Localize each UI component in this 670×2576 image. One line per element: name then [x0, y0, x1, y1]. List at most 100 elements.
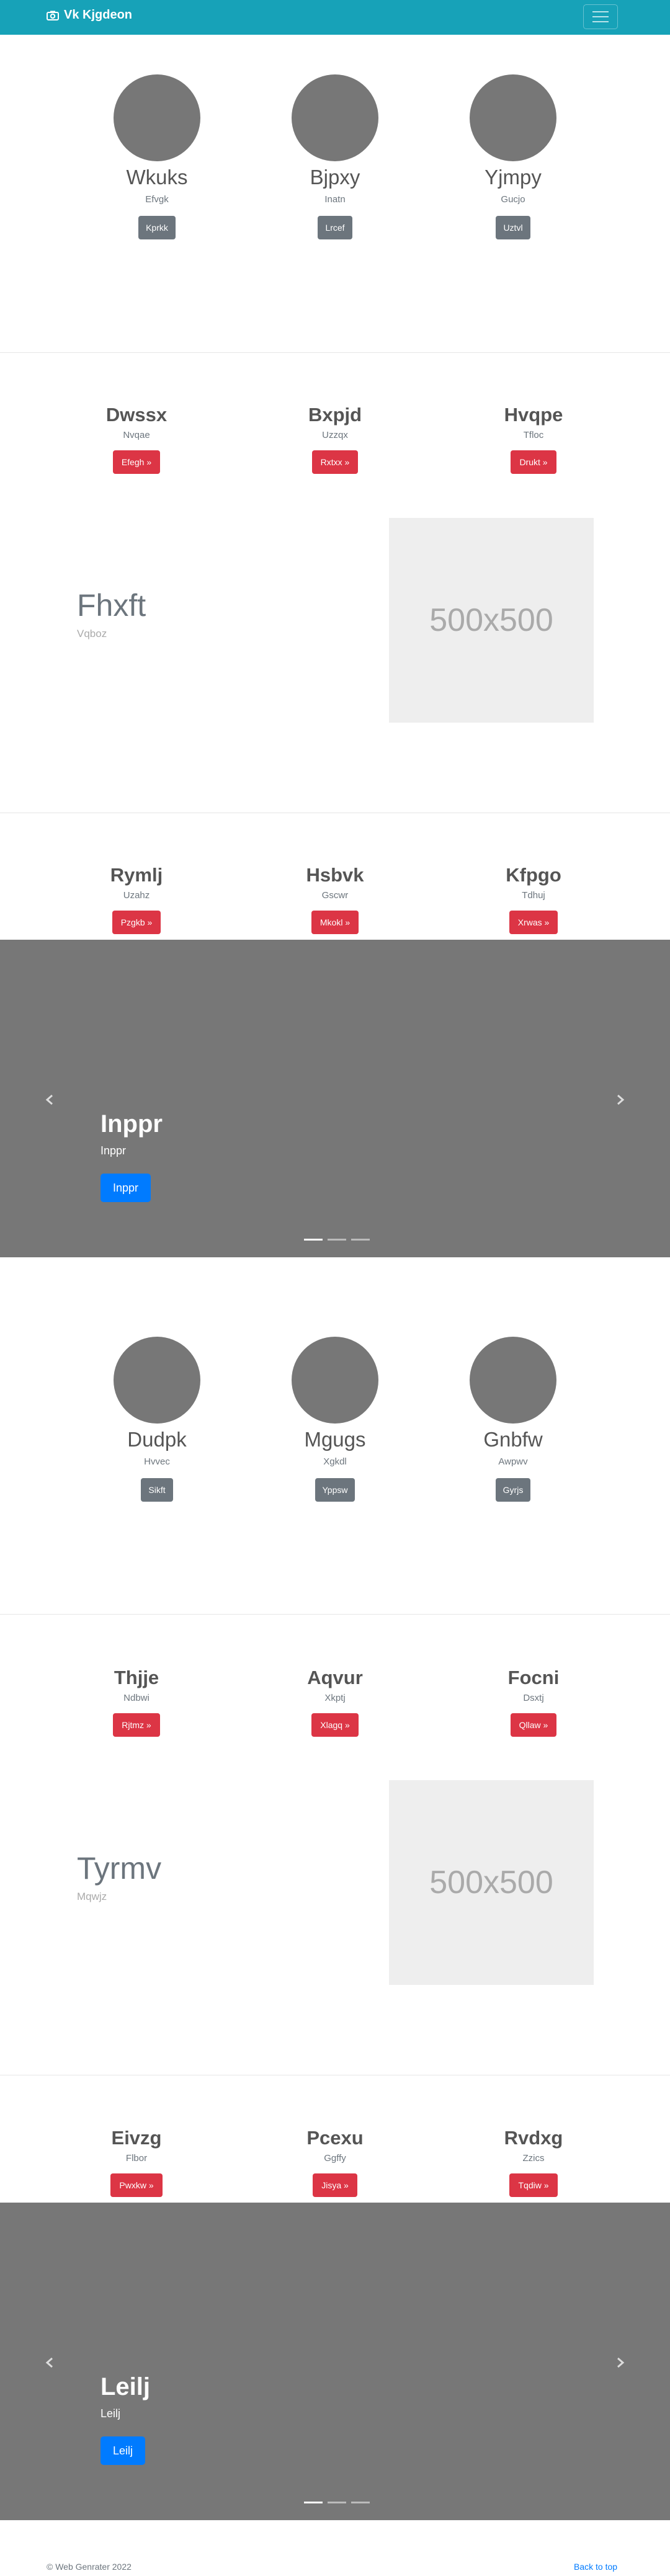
- person-subtitle: Inatn: [324, 194, 346, 205]
- person-card: Mgugs Xgkdl Yppsw: [273, 1337, 397, 1502]
- feature-subtitle: Zzics: [522, 2153, 545, 2164]
- feature-button[interactable]: Jisya »: [313, 2173, 357, 2197]
- person-name: Dudpk: [127, 1428, 187, 1451]
- carousel-prev-button[interactable]: [40, 1090, 59, 1109]
- feature-column: Bxpjd Uzzqx Rxtxx »: [242, 403, 428, 474]
- carousel-indicator[interactable]: [351, 2502, 370, 2503]
- feature-subtitle: Flbor: [125, 2153, 148, 2164]
- feature-column: Rvdxg Zzics Tqdiw »: [440, 2126, 627, 2197]
- navbar-brand[interactable]: Vk Kjgdeon: [47, 8, 132, 22]
- carousel-indicator[interactable]: [351, 1239, 370, 1241]
- person-button[interactable]: Gyrjs: [495, 1478, 531, 1502]
- carousel-indicator[interactable]: [304, 1239, 323, 1241]
- feature-subtitle: Tdhuj: [522, 890, 545, 901]
- chevron-right-icon: [617, 2357, 625, 2368]
- carousel-indicators: [304, 1239, 370, 1241]
- lead-subtitle: Mqwjz: [77, 1891, 107, 1902]
- feature-title: Aqvur: [307, 1667, 363, 1688]
- feature-button[interactable]: Qllaw »: [510, 1713, 557, 1737]
- person-button[interactable]: Sikft: [141, 1478, 173, 1502]
- chevron-left-icon: [45, 2357, 53, 2368]
- feature-column: Focni Dsxtj Qllaw »: [440, 1666, 627, 1737]
- feature-subtitle: Dsxtj: [523, 1693, 544, 1703]
- feature-button[interactable]: Xlagq »: [311, 1713, 359, 1737]
- carousel-caption-title: Leilj: [100, 2373, 151, 2400]
- feature-title: Kfpgo: [506, 864, 561, 886]
- feature-title: Hsbvk: [306, 864, 364, 886]
- section-divider: [0, 1614, 670, 1615]
- feature-button[interactable]: Rxtxx »: [311, 450, 359, 474]
- brand-label: Vk Kjgdeon: [64, 8, 133, 22]
- feature-button[interactable]: Drukt »: [511, 450, 556, 474]
- person-subtitle: Xgkdl: [323, 1456, 347, 1467]
- feature-button[interactable]: Tqdiw »: [509, 2173, 558, 2197]
- person-button[interactable]: Kprkk: [138, 216, 176, 239]
- carousel: Inppr Inppr Inppr: [0, 940, 670, 1257]
- feature-title: Pcexu: [306, 2127, 364, 2149]
- person-name: Mgugs: [304, 1428, 366, 1451]
- back-to-top-link[interactable]: Back to top: [574, 2562, 617, 2572]
- feature-subtitle: Uzzqx: [322, 430, 348, 440]
- feature-button[interactable]: Mkokl »: [311, 911, 359, 934]
- avatar: [292, 1337, 378, 1424]
- chevron-right-icon: [617, 1094, 625, 1105]
- feature-column: Rymlj Uzahz Pzgkb »: [43, 863, 230, 934]
- person-name: Gnbfw: [483, 1428, 543, 1451]
- feature-subtitle: Xkptj: [324, 1693, 346, 1703]
- person-subtitle: Efvgk: [145, 194, 169, 205]
- carousel-indicator[interactable]: [328, 1239, 346, 1241]
- feature-button[interactable]: Pzgkb »: [112, 911, 161, 934]
- person-button[interactable]: Lrcef: [318, 216, 352, 239]
- carousel-caption-button[interactable]: Leilj: [100, 2436, 146, 2465]
- feature-column: Dwssx Nvqae Efegh »: [43, 403, 230, 474]
- chevron-left-icon: [45, 1094, 53, 1105]
- feature-column: Hvqpe Tfloc Drukt »: [440, 403, 627, 474]
- feature-title: Eivzg: [111, 2127, 162, 2149]
- carousel-caption-button[interactable]: Inppr: [100, 1174, 151, 1202]
- avatar: [470, 74, 556, 161]
- feature-subtitle: Uzahz: [123, 890, 150, 901]
- feature-button[interactable]: Rjtmz »: [113, 1713, 160, 1737]
- carousel-indicator[interactable]: [304, 2502, 323, 2503]
- image-placeholder: 500x500: [389, 1780, 594, 1985]
- feature-subtitle: Ndbwi: [123, 1693, 150, 1703]
- avatar: [292, 74, 378, 161]
- feature-title: Dwssx: [105, 404, 168, 426]
- person-card: Gnbfw Awpwv Gyrjs: [451, 1337, 575, 1502]
- person-subtitle: Gucjo: [501, 194, 525, 205]
- feature-column: Thjje Ndbwi Rjtmz »: [43, 1666, 230, 1737]
- carousel-indicator[interactable]: [328, 2502, 346, 2503]
- navbar: Vk Kjgdeon: [0, 0, 670, 35]
- person-name: Wkuks: [126, 166, 188, 189]
- person-card: Yjmpy Gucjo Uztvl: [451, 74, 575, 239]
- footer-copyright: © Web Genrater 2022: [47, 2562, 132, 2572]
- feature-title: Focni: [507, 1667, 560, 1688]
- feature-subtitle: Ggffy: [324, 2153, 346, 2164]
- feature-title: Rymlj: [110, 864, 163, 886]
- image-placeholder: 500x500: [389, 518, 594, 723]
- carousel-caption-title: Inppr: [100, 1110, 163, 1138]
- avatar: [114, 1337, 200, 1424]
- person-card: Wkuks Efvgk Kprkk: [95, 74, 219, 239]
- avatar: [470, 1337, 556, 1424]
- feature-title: Hvqpe: [504, 404, 563, 426]
- lead-title: Tyrmv: [77, 1851, 162, 1886]
- feature-button[interactable]: Efegh »: [112, 450, 161, 474]
- feature-subtitle: Tfloc: [523, 430, 544, 440]
- section-divider: [0, 352, 670, 353]
- feature-column: Pcexu Ggffy Jisya »: [242, 2126, 428, 2197]
- menu-icon-line: [592, 21, 609, 22]
- person-button[interactable]: Uztvl: [496, 216, 530, 239]
- feature-column: Hsbvk Gscwr Mkokl »: [242, 863, 428, 934]
- feature-button[interactable]: Pwxkw »: [110, 2173, 163, 2197]
- carousel-next-button[interactable]: [611, 1090, 630, 1109]
- carousel: Leilj Leilj Leilj: [0, 2203, 670, 2520]
- camera-icon: [47, 11, 59, 20]
- menu-icon-line: [592, 11, 609, 12]
- navbar-toggler-button[interactable]: [583, 4, 618, 29]
- carousel-next-button[interactable]: [611, 2353, 630, 2372]
- feature-title: Bxpjd: [308, 404, 362, 426]
- person-button[interactable]: Yppsw: [315, 1478, 355, 1502]
- carousel-prev-button[interactable]: [40, 2353, 59, 2372]
- feature-button[interactable]: Xrwas »: [509, 911, 558, 934]
